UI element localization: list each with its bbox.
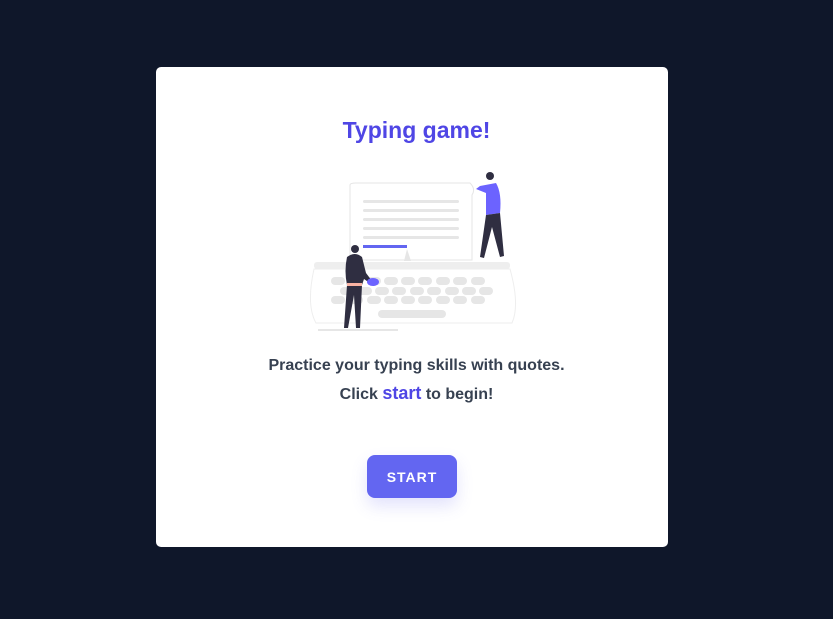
description-line-1: Practice your typing skills with quotes. <box>268 357 565 374</box>
start-button[interactable]: START <box>367 455 457 498</box>
description-prefix: Click <box>339 386 378 403</box>
page-title: Typing game! <box>342 117 491 143</box>
description-line-2: Click start to begin! <box>0 383 833 404</box>
description-suffix: to begin! <box>425 386 494 403</box>
typewriter-illustration <box>310 172 516 331</box>
start-accent-text: start <box>382 383 422 403</box>
person-standing <box>476 172 504 258</box>
